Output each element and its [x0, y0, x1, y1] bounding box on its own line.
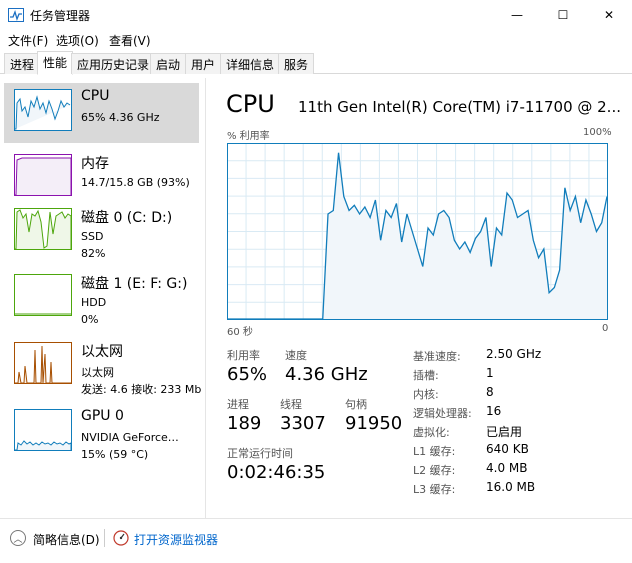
tab-details[interactable]: 详细信息	[220, 53, 281, 74]
minimize-icon: —	[511, 8, 523, 22]
threads-label: 线程	[280, 398, 302, 411]
processes-value: 189	[227, 413, 262, 434]
collapse-chevron-icon[interactable]: ︿	[10, 530, 26, 546]
handles-value: 91950	[345, 413, 403, 434]
disk1-thumbnail-graph	[14, 274, 72, 316]
spec-value: 已启用	[486, 425, 523, 439]
resource-detail: SSD	[81, 230, 104, 243]
memory-thumbnail-graph	[14, 154, 72, 196]
resource-usage: 15% (59 °C)	[81, 448, 149, 461]
resource-list: CPU 65% 4.36 GHz 内存 14.7/15.8 GB (93%) 磁…	[0, 78, 206, 518]
close-button[interactable]: ✕	[586, 0, 632, 30]
menu-view[interactable]: 查看(V)	[109, 32, 151, 49]
footer-divider	[104, 529, 105, 547]
tab-startup[interactable]: 启动	[150, 53, 187, 74]
resource-detail: 65% 4.36 GHz	[81, 111, 160, 124]
resource-title: 内存	[81, 156, 109, 172]
speed-value: 4.36 GHz	[285, 364, 368, 385]
spec-value: 1	[486, 366, 494, 380]
resource-title: GPU 0	[81, 408, 124, 424]
spec-value: 2.50 GHz	[486, 347, 542, 361]
resource-usage: 0%	[81, 313, 99, 326]
cpu-model-name: 11th Gen Intel(R) Core(TM) i7-11700 @ 2.…	[298, 98, 621, 116]
spec-label: L1 缓存:	[413, 445, 456, 458]
tab-performance[interactable]: 性能	[37, 51, 74, 75]
spec-label: 基准速度:	[413, 350, 461, 363]
spec-label: 逻辑处理器:	[413, 407, 472, 420]
resource-detail: 14.7/15.8 GB (93%)	[81, 176, 190, 189]
window-title: 任务管理器	[30, 9, 91, 23]
cpu-thumbnail-graph	[14, 89, 72, 131]
uptime-value: 0:02:46:35	[227, 462, 326, 483]
resource-disk1[interactable]: 磁盘 1 (E: F: G:) HDD 0%	[4, 268, 199, 328]
spec-label: L3 缓存:	[413, 483, 456, 496]
graph-y-label: % 利用率	[227, 131, 270, 142]
spec-value: 16	[486, 404, 502, 418]
graph-x-left-label: 60 秒	[227, 327, 253, 338]
resource-usage: 82%	[81, 247, 106, 260]
resource-detail: NVIDIA GeForce…	[81, 431, 179, 444]
task-manager-icon	[8, 8, 24, 22]
spec-label: L2 缓存:	[413, 464, 456, 477]
fewer-details-link[interactable]: 简略信息(D)	[33, 531, 100, 548]
spec-value: 4.0 MB	[486, 461, 528, 475]
utilization-value: 65%	[227, 364, 268, 385]
resource-usage: 发送: 4.6 接收: 233 Mb	[81, 383, 202, 396]
maximize-button[interactable]: ☐	[540, 0, 586, 30]
disk0-thumbnail-graph	[14, 208, 72, 250]
spec-value: 8	[486, 385, 494, 399]
tab-app-history[interactable]: 应用历史记录	[71, 53, 156, 74]
resource-title: 以太网	[81, 344, 123, 360]
resource-title: CPU	[81, 88, 110, 104]
resource-ethernet[interactable]: 以太网 以太网 发送: 4.6 接收: 233 Mb	[4, 336, 202, 396]
processes-label: 进程	[227, 398, 249, 411]
minimize-button[interactable]: —	[494, 0, 540, 30]
handles-label: 句柄	[345, 398, 367, 411]
spec-value: 16.0 MB	[486, 480, 536, 494]
menu-file[interactable]: 文件(F)	[8, 32, 48, 49]
graph-max-label: 100%	[583, 127, 612, 138]
tab-users[interactable]: 用户	[185, 53, 222, 74]
maximize-icon: ☐	[557, 8, 569, 22]
resource-detail: 以太网	[81, 366, 114, 379]
menu-options[interactable]: 选项(O)	[56, 32, 99, 49]
tab-processes[interactable]: 进程	[4, 53, 41, 74]
spec-label: 虚拟化:	[413, 426, 450, 439]
detail-title: CPU	[226, 90, 275, 118]
spec-value: 640 KB	[486, 442, 529, 456]
resource-memory[interactable]: 内存 14.7/15.8 GB (93%)	[4, 148, 199, 208]
threads-value: 3307	[280, 413, 326, 434]
resource-detail: HDD	[81, 296, 107, 309]
resource-monitor-icon	[113, 530, 129, 546]
ethernet-thumbnail-graph	[14, 342, 72, 384]
uptime-label: 正常运行时间	[227, 447, 293, 460]
resource-disk0[interactable]: 磁盘 0 (C: D:) SSD 82%	[4, 202, 199, 262]
resource-title: 磁盘 1 (E: F: G:)	[81, 276, 188, 292]
open-resource-monitor-link[interactable]: 打开资源监视器	[134, 531, 218, 548]
resource-title: 磁盘 0 (C: D:)	[81, 210, 173, 226]
menu-bar: 文件(F) 选项(O) 查看(V)	[0, 30, 632, 50]
tab-bar: 进程 性能 应用历史记录 启动 用户 详细信息 服务	[0, 50, 632, 75]
resource-cpu[interactable]: CPU 65% 4.36 GHz	[4, 83, 199, 143]
graph-x-right-label: 0	[602, 323, 609, 334]
resource-gpu[interactable]: GPU 0 NVIDIA GeForce… 15% (59 °C)	[4, 403, 199, 463]
cpu-utilization-graph	[227, 143, 608, 320]
close-icon: ✕	[603, 8, 615, 22]
speed-label: 速度	[285, 349, 307, 362]
spec-label: 内核:	[413, 388, 439, 401]
tab-services[interactable]: 服务	[278, 53, 315, 74]
utilization-label: 利用率	[227, 349, 260, 362]
spec-label: 插槽:	[413, 369, 439, 382]
gpu-thumbnail-graph	[14, 409, 72, 451]
